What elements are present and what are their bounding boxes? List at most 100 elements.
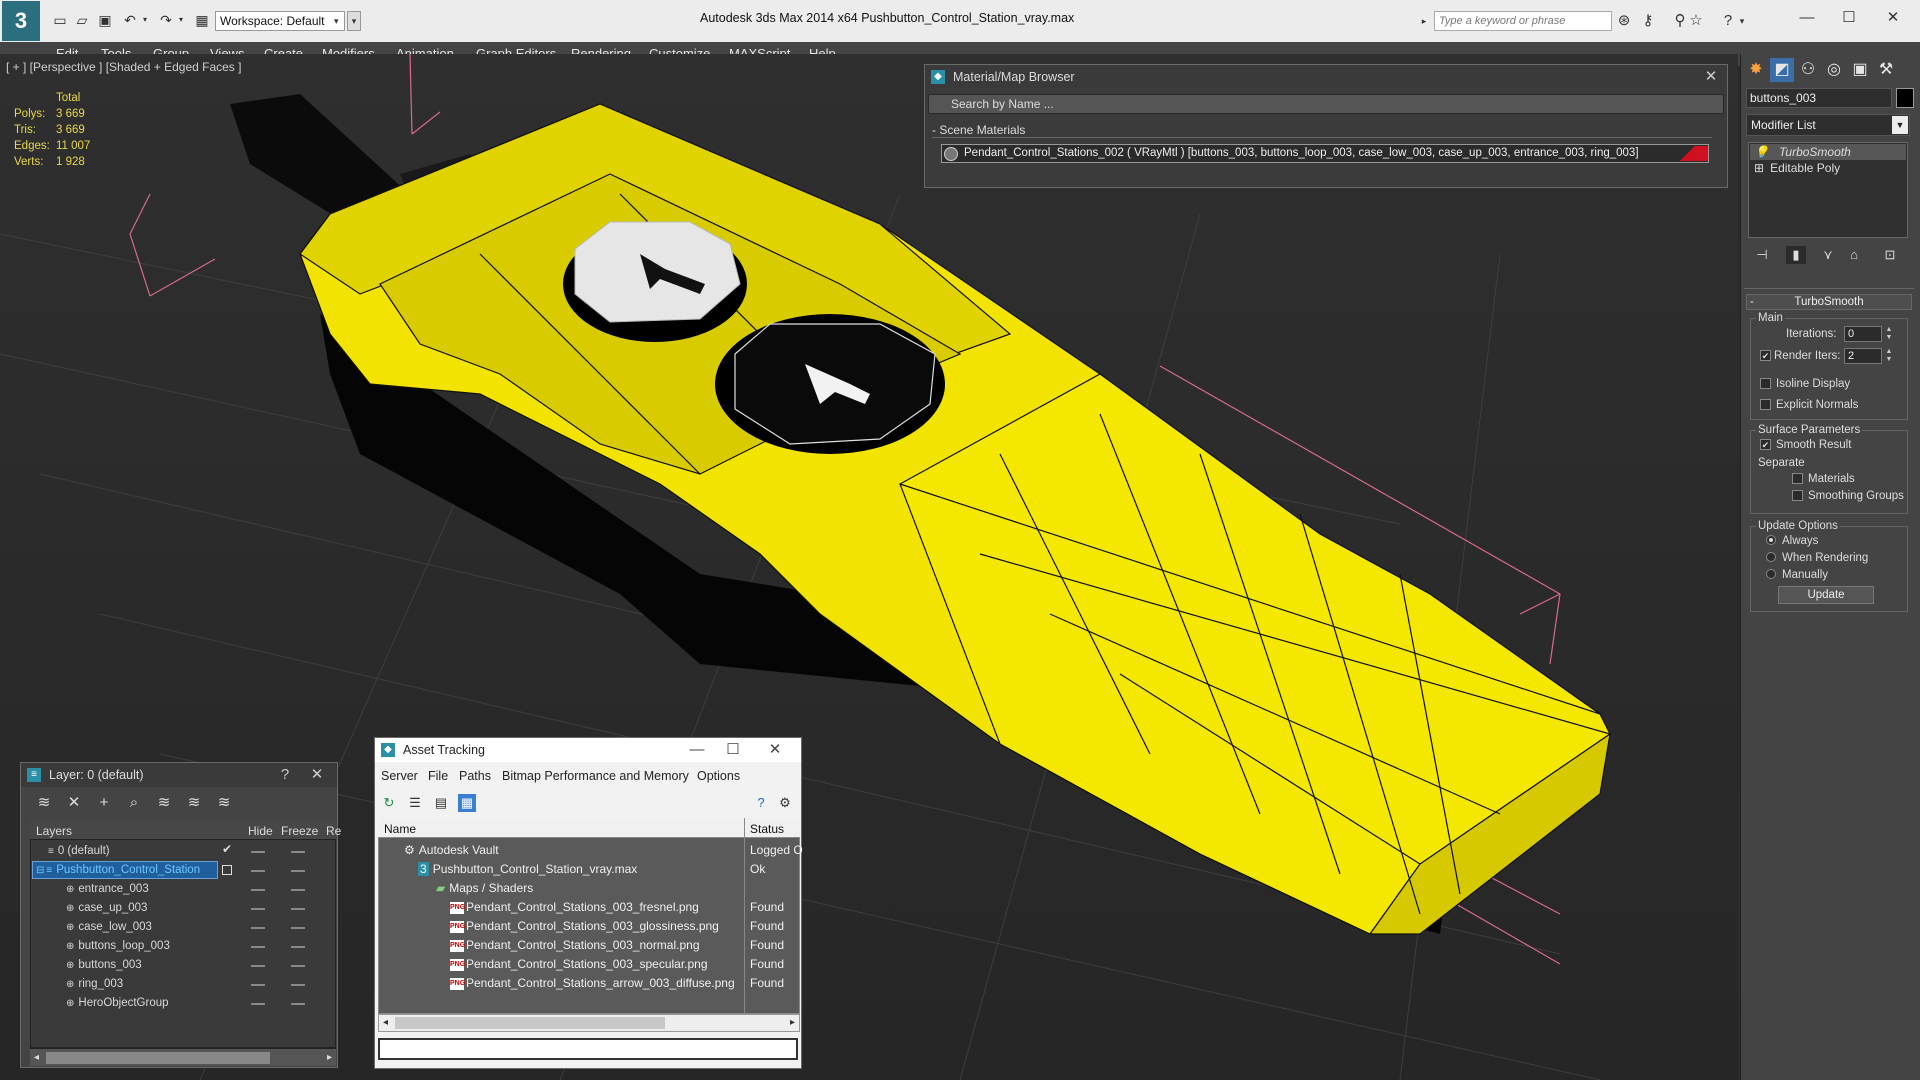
subscription-center-icon[interactable]: ⚷ <box>1638 11 1658 31</box>
smooth-result-checkbox[interactable]: ✔ <box>1760 439 1771 450</box>
asset-minimize-icon[interactable]: — <box>685 738 709 762</box>
asset-menu-options[interactable]: Options <box>697 769 740 783</box>
undo-icon[interactable]: ↶ <box>122 12 138 28</box>
delete-layer-icon[interactable]: ✕ <box>64 794 84 812</box>
explicit-normals-checkbox[interactable] <box>1760 399 1771 410</box>
freeze-all-layers-icon[interactable]: ≋ <box>214 794 234 812</box>
thumbnail-view-icon[interactable]: ▤ <box>432 794 450 812</box>
hide-toggle[interactable] <box>251 984 265 986</box>
modifier-list-dropdown[interactable]: Modifier List <box>1746 114 1910 136</box>
remove-modifier-icon[interactable]: ⌂ <box>1844 246 1864 264</box>
render-iters-spinner[interactable]: 2 <box>1844 348 1882 364</box>
active-layer-check-icon[interactable]: ✔ <box>222 842 232 856</box>
search-expand-icon[interactable]: ▸ <box>1418 11 1430 31</box>
asset-path-input[interactable] <box>378 1038 798 1060</box>
freeze-toggle[interactable] <box>291 851 305 853</box>
iterations-spinner[interactable]: 0 <box>1844 326 1882 342</box>
scroll-left-icon[interactable]: ◂ <box>34 1049 39 1067</box>
close-window-icon[interactable]: ✕ <box>1878 6 1908 30</box>
binoculars-icon[interactable]: ⊛ <box>1614 11 1634 31</box>
hide-toggle[interactable] <box>251 870 265 872</box>
expand-plus-icon[interactable]: ⊞ <box>1754 161 1764 175</box>
layer-object-row[interactable]: ⊕ entrance_003 <box>66 880 149 898</box>
pin-stack-icon[interactable]: ⊣ <box>1752 246 1772 264</box>
material-search-input[interactable]: Search by Name ... <box>928 94 1724 114</box>
layer-object-row[interactable]: ⊕ case_up_003 <box>66 899 147 917</box>
highlight-selected-layer-icon[interactable]: ≋ <box>154 794 174 812</box>
workspace-chevron-down-icon[interactable]: ▾ <box>334 11 346 31</box>
layer-object-row[interactable]: ⊕ HeroObjectGroup <box>66 994 169 1012</box>
maximize-window-icon[interactable]: ☐ <box>1834 6 1864 30</box>
utilities-tab-icon[interactable]: ⚒ <box>1874 58 1898 82</box>
show-end-result-icon[interactable]: ▮ <box>1786 246 1806 264</box>
favorites-star-icon[interactable]: ☆ <box>1686 11 1706 31</box>
project-folder-icon[interactable]: ▦ <box>194 12 210 28</box>
asset-row-map[interactable]: PNGPendant_Control_Stations_arrow_003_di… <box>450 974 735 992</box>
select-objects-in-layer-icon[interactable]: ⌕ <box>124 794 144 812</box>
layer-manager-titlebar[interactable]: ≡ Layer: 0 (default) ? ✕ <box>21 763 337 787</box>
scene-materials-section[interactable]: - Scene Materials <box>932 122 1712 138</box>
material-browser-titlebar[interactable]: ◆ Material/Map Browser ✕ <box>925 65 1727 89</box>
stack-item-turbosmooth[interactable]: 💡 TurboSmooth <box>1754 144 1851 160</box>
col-freeze[interactable]: Freeze <box>281 822 318 840</box>
minimize-window-icon[interactable]: — <box>1792 6 1822 30</box>
set-active-layer-box-icon[interactable] <box>222 865 232 875</box>
spinner-arrows-icon[interactable]: ▲ ▼ <box>1884 348 1894 364</box>
refresh-icon[interactable]: ↻ <box>380 794 398 812</box>
separate-materials-checkbox[interactable] <box>1792 473 1803 484</box>
asset-menu-bitmap-performance[interactable]: Bitmap Performance and Memory <box>502 769 689 783</box>
isoline-display-checkbox[interactable] <box>1760 378 1771 389</box>
scroll-left-icon[interactable]: ◂ <box>383 1015 388 1031</box>
asset-menu-paths[interactable]: Paths <box>459 769 491 783</box>
hide-toggle[interactable] <box>251 965 265 967</box>
hide-all-layers-icon[interactable]: ≋ <box>184 794 204 812</box>
asset-row-map[interactable]: PNGPendant_Control_Stations_003_specular… <box>450 955 708 973</box>
col-status[interactable]: Status <box>750 820 784 838</box>
scroll-thumb[interactable] <box>46 1052 270 1064</box>
layer-manager-close-icon[interactable]: ✕ <box>305 763 329 787</box>
col-hide[interactable]: Hide <box>248 822 273 840</box>
modifier-list-chevron-down-icon[interactable]: ▼ <box>1892 116 1908 134</box>
scroll-right-icon[interactable]: ▸ <box>790 1015 795 1031</box>
hide-toggle[interactable] <box>251 1003 265 1005</box>
update-when-rendering-radio[interactable] <box>1766 552 1776 562</box>
turbosmooth-rollout-header[interactable]: - TurboSmooth <box>1746 294 1912 310</box>
help-dropdown-icon[interactable]: ▾ <box>1736 11 1748 31</box>
object-color-swatch[interactable] <box>1896 88 1914 108</box>
display-tab-icon[interactable]: ▣ <box>1848 58 1872 82</box>
freeze-toggle[interactable] <box>291 946 305 948</box>
col-layers[interactable]: Layers <box>36 822 72 840</box>
render-iters-checkbox[interactable]: ✔ <box>1760 350 1771 361</box>
update-button[interactable]: Update <box>1778 586 1874 604</box>
scroll-right-icon[interactable]: ▸ <box>327 1049 332 1067</box>
freeze-toggle[interactable] <box>291 927 305 929</box>
redo-dropdown-icon[interactable]: ▾ <box>173 12 189 28</box>
motion-tab-icon[interactable]: ◎ <box>1822 58 1846 82</box>
hide-toggle[interactable] <box>251 927 265 929</box>
layer-object-row[interactable]: ⊕ ring_003 <box>66 975 123 993</box>
object-name-field[interactable]: buttons_003 <box>1746 88 1892 108</box>
asset-horizontal-scrollbar[interactable]: ◂ ▸ <box>378 1014 800 1032</box>
workspace-dropdown[interactable]: Workspace: Default <box>215 11 345 31</box>
add-to-layer-icon[interactable]: + <box>94 794 114 812</box>
col-render[interactable]: Re <box>326 822 341 840</box>
layer-object-row[interactable]: ⊕ buttons_loop_003 <box>66 937 170 955</box>
hide-toggle[interactable] <box>251 889 265 891</box>
expand-minus-icon[interactable]: ⊟ <box>36 865 44 876</box>
stack-item-editable-poly[interactable]: ⊞ Editable Poly <box>1754 160 1840 176</box>
create-tab-icon[interactable]: ✸ <box>1744 58 1768 82</box>
layer-row-pushbutton[interactable]: ⊟ ≡ Pushbutton_Control_Station <box>36 861 200 879</box>
asset-menu-file[interactable]: File <box>428 769 448 783</box>
create-layer-icon[interactable]: ≋ <box>34 794 54 812</box>
asset-menu-server[interactable]: Server <box>381 769 418 783</box>
layer-horizontal-scrollbar[interactable]: ◂ ▸ <box>30 1048 336 1066</box>
freeze-toggle[interactable] <box>291 965 305 967</box>
redo-icon[interactable]: ↷ <box>158 12 174 28</box>
configure-modifier-sets-icon[interactable]: ⊡ <box>1880 246 1900 264</box>
asset-maximize-icon[interactable]: ☐ <box>721 738 745 762</box>
scroll-thumb[interactable] <box>395 1017 665 1029</box>
quick-access-dropdown-icon[interactable]: ▾ <box>347 11 361 31</box>
modify-tab-icon[interactable]: ◩ <box>1770 58 1794 82</box>
layer-help-icon[interactable]: ? <box>273 763 297 787</box>
material-browser-close-icon[interactable]: ✕ <box>1699 65 1723 89</box>
